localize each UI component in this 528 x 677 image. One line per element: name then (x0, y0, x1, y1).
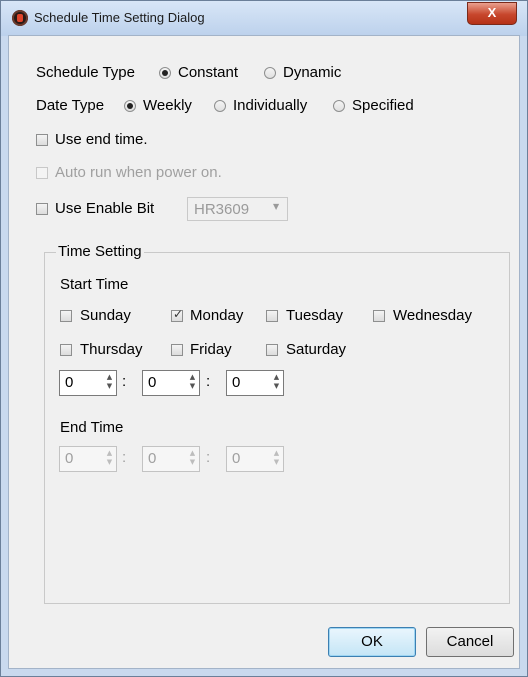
day-friday-label[interactable]: Friday (190, 341, 232, 358)
schedule-type-label: Schedule Type (36, 64, 135, 81)
app-icon (12, 10, 28, 26)
end-hour-spinner[interactable]: 0 ▲ ▼ (59, 446, 117, 472)
day-tuesday-checkbox[interactable] (266, 310, 278, 322)
schedule-type-dynamic-label[interactable]: Dynamic (283, 64, 341, 81)
spin-arrows-icon: ▲ ▼ (106, 449, 113, 466)
end-hour-value: 0 (65, 450, 74, 467)
end-time-label: End Time (60, 419, 124, 436)
cancel-button[interactable]: Cancel (426, 627, 514, 657)
day-thursday-checkbox[interactable] (60, 344, 72, 356)
start-minute-value: 0 (148, 374, 157, 391)
start-minute-spinner[interactable]: 0 ▲ ▼ (142, 370, 200, 396)
use-enable-bit-label[interactable]: Use Enable Bit (55, 200, 154, 217)
enable-bit-combobox[interactable]: HR3609 ▼ (187, 197, 288, 221)
day-thursday-label[interactable]: Thursday (80, 341, 143, 358)
spin-arrows-icon[interactable]: ▲ ▼ (104, 373, 115, 393)
day-friday-checkbox[interactable] (171, 344, 183, 356)
title-bar[interactable]: Schedule Time Setting Dialog X (1, 1, 527, 36)
end-minute-value: 0 (148, 450, 157, 467)
auto-run-label: Auto run when power on. (55, 164, 222, 181)
time-setting-group-title: Time Setting (56, 243, 144, 260)
time-separator: : (122, 449, 127, 466)
date-type-weekly-radio[interactable] (124, 100, 136, 112)
day-wednesday-label[interactable]: Wednesday (393, 307, 472, 324)
spin-arrows-icon[interactable]: ▲ ▼ (271, 373, 282, 393)
day-saturday-label[interactable]: Saturday (286, 341, 346, 358)
day-monday-label[interactable]: Monday (190, 307, 243, 324)
date-type-weekly-label[interactable]: Weekly (143, 97, 192, 114)
ok-button[interactable]: OK (328, 627, 416, 657)
chevron-down-icon: ▼ (273, 202, 280, 211)
use-end-time-checkbox[interactable] (36, 134, 48, 146)
schedule-type-constant-radio[interactable] (159, 67, 171, 79)
schedule-type-dynamic-radio[interactable] (264, 67, 276, 79)
use-end-time-label[interactable]: Use end time. (55, 131, 148, 148)
spin-arrows-icon: ▲ ▼ (273, 449, 280, 466)
spin-arrows-icon[interactable]: ▲ ▼ (187, 373, 198, 393)
start-second-spinner[interactable]: 0 ▲ ▼ (226, 370, 284, 396)
end-second-spinner[interactable]: 0 ▲ ▼ (226, 446, 284, 472)
time-separator: : (122, 373, 127, 390)
end-second-value: 0 (232, 450, 241, 467)
start-hour-value: 0 (65, 374, 74, 391)
date-type-specified-label[interactable]: Specified (352, 97, 414, 114)
day-sunday-checkbox[interactable] (60, 310, 72, 322)
use-enable-bit-checkbox[interactable] (36, 203, 48, 215)
time-separator: : (206, 373, 211, 390)
day-wednesday-checkbox[interactable] (373, 310, 385, 322)
date-type-specified-radio[interactable] (333, 100, 345, 112)
spin-arrows-icon: ▲ ▼ (189, 449, 196, 466)
window-title: Schedule Time Setting Dialog (34, 10, 205, 25)
schedule-type-constant-label[interactable]: Constant (178, 64, 238, 81)
start-second-value: 0 (232, 374, 241, 391)
time-separator: : (206, 449, 211, 466)
date-type-label: Date Type (36, 97, 105, 114)
day-monday-checkbox[interactable] (171, 307, 183, 322)
close-icon: X (487, 5, 497, 20)
day-saturday-checkbox[interactable] (266, 344, 278, 356)
date-type-individually-label[interactable]: Individually (233, 97, 307, 114)
end-minute-spinner[interactable]: 0 ▲ ▼ (142, 446, 200, 472)
start-hour-spinner[interactable]: 0 ▲ ▼ (59, 370, 117, 396)
day-tuesday-label[interactable]: Tuesday (286, 307, 343, 324)
enable-bit-value: HR3609 (194, 201, 250, 218)
start-time-label: Start Time (60, 276, 129, 293)
day-sunday-label[interactable]: Sunday (80, 307, 131, 324)
auto-run-checkbox[interactable] (36, 167, 48, 179)
date-type-individually-radio[interactable] (214, 100, 226, 112)
close-button[interactable]: X (467, 2, 517, 25)
